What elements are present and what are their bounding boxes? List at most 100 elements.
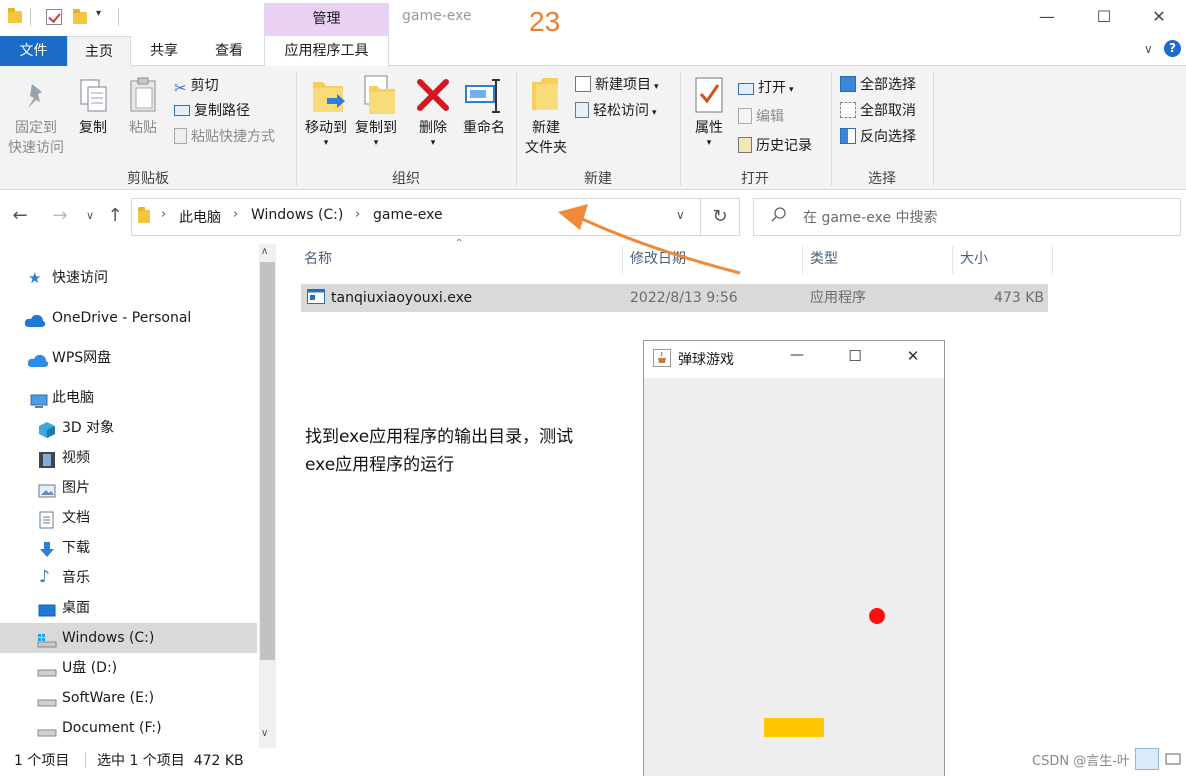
move-to-button[interactable]: 移动到 ▾ — [300, 118, 352, 148]
nav-item-documents[interactable]: 文档 — [0, 503, 257, 533]
delete-button[interactable]: 删除 ▾ — [410, 118, 456, 148]
select-group-label: 选择 — [868, 171, 896, 187]
new-folder-quick-icon[interactable] — [73, 9, 87, 24]
nav-item-music[interactable]: ♪ 音乐 — [0, 563, 257, 593]
large-icons-view-button[interactable] — [1163, 748, 1183, 770]
forward-button[interactable]: → — [48, 204, 72, 228]
breadcrumb-separator[interactable]: › — [161, 207, 166, 222]
copy-button[interactable]: 复制 — [72, 118, 114, 138]
collapse-ribbon-icon[interactable]: ∨ — [1144, 42, 1153, 56]
nav-item-downloads[interactable]: 下载 — [0, 533, 257, 563]
breadcrumb-game-exe[interactable]: game-exe — [373, 207, 443, 223]
breadcrumb-separator[interactable]: › — [355, 207, 360, 222]
copy-to-button[interactable]: 复制到 ▾ — [350, 118, 402, 148]
breadcrumb-windows-c[interactable]: Windows (C:) — [251, 207, 343, 223]
details-view-button[interactable] — [1135, 748, 1159, 770]
annotation-line1: 找到exe应用程序的输出目录，测试 — [305, 427, 574, 447]
game-window[interactable] — [643, 340, 945, 776]
column-divider[interactable] — [952, 246, 953, 274]
clipboard-group-label: 剪贴板 — [127, 171, 169, 187]
nav-item-desktop[interactable]: 桌面 — [0, 593, 257, 623]
nav-item-usb-d[interactable]: U盘 (D:) — [0, 653, 257, 683]
drive-icon — [37, 720, 57, 737]
close-button[interactable]: ✕ — [1132, 0, 1186, 36]
tab-view[interactable]: 查看 — [199, 36, 259, 66]
nav-item-software-e[interactable]: SoftWare (E:) — [0, 683, 257, 713]
new-group-label: 新建 — [584, 171, 612, 187]
easy-access-button[interactable]: 轻松访问 ▾ — [575, 100, 657, 122]
maximize-button[interactable]: ☐ — [1075, 0, 1133, 36]
properties-button[interactable]: 属性 ▾ — [688, 118, 730, 148]
nav-item-quick-access[interactable]: ★ 快速访问 — [0, 263, 257, 293]
open-icon — [738, 83, 754, 95]
open-button[interactable]: 打开 ▾ — [738, 77, 794, 99]
copy-to-dropdown-icon: ▾ — [373, 138, 379, 148]
rename-button[interactable]: 重命名 — [458, 118, 510, 138]
game-close-button[interactable]: ✕ — [902, 347, 924, 365]
nav-item-pictures[interactable]: 图片 — [0, 473, 257, 503]
tab-file[interactable]: 文件 — [0, 36, 67, 66]
recent-locations-button[interactable]: ∨ — [78, 204, 102, 228]
copy-to-icon — [361, 74, 397, 116]
nav-item-document-f[interactable]: Document (F:) — [0, 713, 257, 743]
exe-file-icon — [307, 289, 325, 304]
invert-selection-button[interactable]: 反向选择 — [840, 126, 916, 148]
paste-shortcut-icon — [174, 128, 187, 144]
breadcrumb-separator[interactable]: › — [233, 207, 238, 222]
column-header-name[interactable]: 名称 — [304, 248, 332, 272]
rename-icon — [464, 78, 504, 114]
new-folder-label-line1: 新建 — [532, 120, 560, 136]
tab-share[interactable]: 共享 — [134, 36, 194, 66]
move-to-icon — [311, 76, 347, 116]
select-none-button[interactable]: 全部取消 — [840, 100, 916, 122]
nav-item-label: 3D 对象 — [62, 420, 115, 436]
copy-path-label: 复制路径 — [194, 103, 250, 119]
nav-item-videos[interactable]: 视频 — [0, 443, 257, 473]
column-divider[interactable] — [1052, 246, 1053, 274]
help-icon[interactable]: ? — [1164, 40, 1181, 57]
nav-scrollbar-thumb[interactable] — [260, 262, 275, 660]
column-header-type[interactable]: 类型 — [810, 248, 838, 272]
paste-shortcut-button[interactable]: 粘贴快捷方式 — [174, 126, 275, 148]
edit-button[interactable]: 编辑 — [738, 106, 784, 128]
tab-application-tools[interactable]: 应用程序工具 — [264, 36, 389, 66]
manage-context-tab[interactable]: 管理 — [264, 3, 389, 36]
game-minimize-button[interactable]: — — [786, 347, 808, 363]
download-icon — [38, 540, 55, 557]
nav-item-this-pc[interactable]: 此电脑 — [0, 383, 257, 413]
paddle[interactable] — [764, 718, 824, 737]
history-button[interactable]: 历史记录 — [738, 135, 812, 157]
column-divider[interactable] — [802, 246, 803, 274]
new-folder-icon — [530, 76, 560, 112]
properties-quick-icon[interactable] — [46, 9, 62, 25]
picture-icon — [38, 480, 56, 498]
nav-item-onedrive[interactable]: OneDrive - Personal — [0, 303, 257, 333]
delete-label: 删除 — [419, 120, 447, 136]
back-button[interactable]: ← — [8, 204, 32, 228]
nav-item-windows-c[interactable]: Windows (C:) — [0, 623, 257, 653]
paste-button[interactable]: 粘贴 — [122, 118, 164, 138]
breadcrumb-this-pc[interactable]: 此电脑 — [179, 207, 221, 227]
cut-button[interactable]: ✂ 剪切 — [174, 75, 219, 97]
customize-quick-access-icon[interactable]: ▾ — [96, 8, 101, 19]
file-name[interactable]: tanqiuxiaoyouxi.exe — [331, 288, 472, 308]
tab-home[interactable]: 主页 — [67, 36, 131, 67]
up-button[interactable]: ↑ — [103, 204, 127, 228]
select-none-label: 全部取消 — [860, 103, 916, 119]
annotation-number: 23 — [529, 6, 561, 37]
game-maximize-button[interactable]: ☐ — [844, 347, 866, 365]
new-item-label: 新建项目 — [595, 77, 651, 93]
new-folder-button[interactable]: 新建 文件夹 — [520, 118, 572, 158]
nav-item-wps[interactable]: WPS网盘 — [0, 343, 257, 373]
select-all-button[interactable]: 全部选择 — [840, 74, 916, 96]
scroll-up-icon[interactable]: ∧ — [261, 246, 268, 257]
copy-path-button[interactable]: 复制路径 — [174, 100, 250, 122]
minimize-button[interactable]: — — [1018, 0, 1076, 36]
search-icon — [770, 206, 788, 224]
pin-to-quick-access-button[interactable]: 固定到 快速访问 — [4, 118, 68, 158]
new-item-button[interactable]: 新建项目 ▾ — [575, 74, 659, 96]
nav-item-label: 此电脑 — [52, 390, 94, 406]
scroll-down-icon[interactable]: ∨ — [261, 728, 268, 739]
nav-item-3d-objects[interactable]: 3D 对象 — [0, 413, 257, 443]
column-header-size[interactable]: 大小 — [960, 248, 988, 272]
